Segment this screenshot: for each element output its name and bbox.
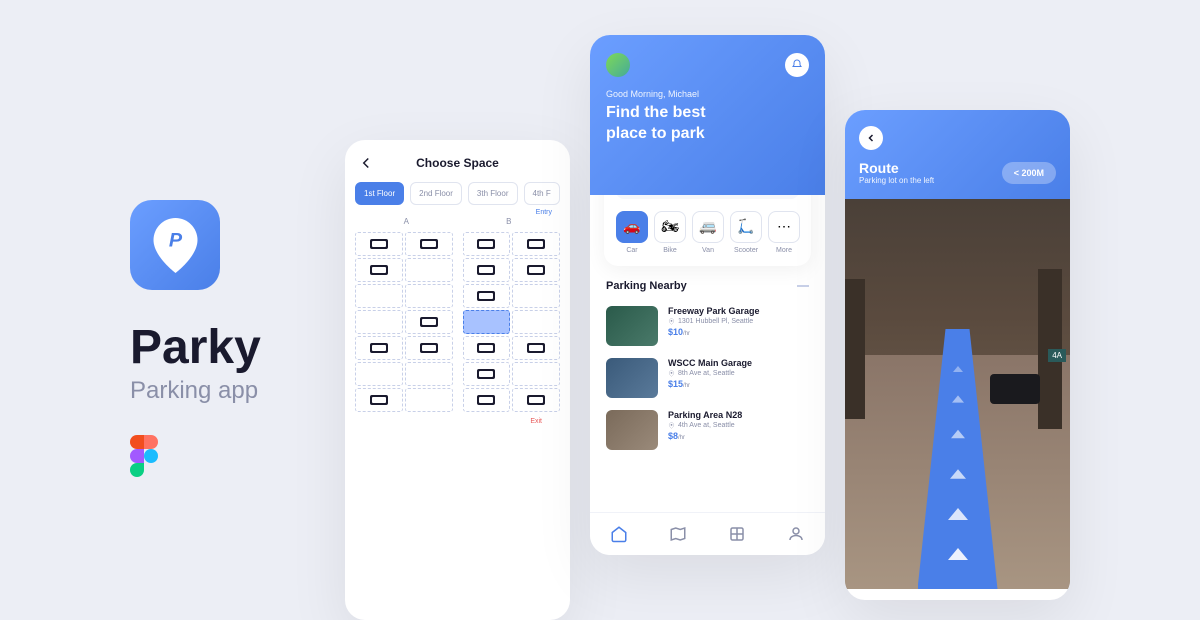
- ar-view: 4A: [845, 199, 1070, 589]
- parking-spot[interactable]: [405, 310, 453, 334]
- vehicle-option[interactable]: 🏍 Bike: [654, 211, 686, 254]
- parking-spot[interactable]: [512, 232, 560, 256]
- vehicle-label: Scooter: [730, 247, 762, 254]
- zone-sign: 4A: [1048, 349, 1066, 362]
- notification-button[interactable]: [785, 53, 809, 77]
- exit-label: Exit: [355, 412, 560, 431]
- floor-tab[interactable]: 2nd Floor: [410, 182, 462, 205]
- back-button[interactable]: [859, 126, 883, 150]
- parking-image: [606, 358, 658, 398]
- parking-image: [606, 306, 658, 346]
- parking-spot[interactable]: [405, 258, 453, 282]
- parking-spot[interactable]: [355, 388, 403, 412]
- screen-title: Choose Space: [383, 156, 532, 170]
- parking-item[interactable]: Parking Area N28 4th Ave at, Seattle $8/…: [590, 404, 825, 456]
- parking-spot[interactable]: [512, 284, 560, 308]
- parking-name: WSCC Main Garage: [668, 358, 809, 368]
- screen-choose-space: Choose Space 1st Floor 2nd Floor 3th Floor…: [345, 140, 570, 620]
- parking-spot[interactable]: [512, 258, 560, 282]
- parking-name: Parking Area N28: [668, 410, 809, 420]
- app-icon: P: [130, 200, 220, 290]
- parking-spot[interactable]: [463, 336, 511, 360]
- parking-address: 4th Ave at, Seattle: [668, 422, 809, 429]
- parking-spot[interactable]: [405, 336, 453, 360]
- vehicle-label: Van: [692, 247, 724, 254]
- parking-spot[interactable]: [512, 388, 560, 412]
- parking-spot[interactable]: [355, 336, 403, 360]
- vehicle-option[interactable]: 🛴 Scooter: [730, 211, 762, 254]
- column-label-a: A: [404, 217, 409, 226]
- parking-spot[interactable]: [463, 362, 511, 386]
- parking-price: $10/hr: [668, 327, 809, 337]
- column-label-b: B: [506, 217, 511, 226]
- parking-spot[interactable]: [405, 362, 453, 386]
- parking-spot[interactable]: [355, 258, 403, 282]
- parking-spot[interactable]: [355, 310, 403, 334]
- nav-map[interactable]: [669, 525, 687, 543]
- route-subtitle: Parking lot on the left: [859, 176, 934, 185]
- floor-tab[interactable]: 1st Floor: [355, 182, 404, 205]
- floor-tab[interactable]: 4th F: [524, 182, 560, 205]
- vehicle-icon: 🛴: [730, 211, 762, 243]
- parking-spot[interactable]: [463, 388, 511, 412]
- parking-spot[interactable]: [355, 284, 403, 308]
- parking-spot[interactable]: [405, 232, 453, 256]
- parking-spot[interactable]: [512, 362, 560, 386]
- nav-bookings[interactable]: [728, 525, 746, 543]
- parking-spot[interactable]: [355, 232, 403, 256]
- vehicle-icon: 🏍: [654, 211, 686, 243]
- parking-item[interactable]: WSCC Main Garage 8th Ave at, Seattle $15…: [590, 352, 825, 404]
- nav-home[interactable]: [610, 525, 628, 543]
- nav-bar: [590, 512, 825, 555]
- vehicle-option[interactable]: 🚗 Car: [616, 211, 648, 254]
- route-title: Route: [859, 160, 934, 176]
- parking-name: Freeway Park Garage: [668, 306, 809, 316]
- parking-image: [606, 410, 658, 450]
- parking-spot[interactable]: [405, 284, 453, 308]
- figma-icon: [130, 435, 158, 477]
- parking-spot[interactable]: [463, 284, 511, 308]
- app-name: Parky: [130, 320, 261, 375]
- avatar[interactable]: [606, 53, 630, 77]
- parking-address: 1301 Hubbell Pl, Seattle: [668, 318, 809, 325]
- vehicle-icon: 🚐: [692, 211, 724, 243]
- vehicle-label: More: [768, 247, 800, 254]
- vehicle-label: Bike: [654, 247, 686, 254]
- parking-spot[interactable]: [405, 388, 453, 412]
- parking-spot[interactable]: [463, 258, 511, 282]
- screen-route: Route Parking lot on the left < 200M 4A: [845, 110, 1070, 600]
- parking-spot[interactable]: [512, 336, 560, 360]
- vehicle-label: Car: [616, 247, 648, 254]
- nav-profile[interactable]: [787, 525, 805, 543]
- parking-spot[interactable]: [355, 362, 403, 386]
- pin-icon: P: [153, 218, 198, 273]
- entry-label: Entry: [536, 209, 552, 216]
- vehicle-option[interactable]: ⋯ More: [768, 211, 800, 254]
- chevron-left-icon: [865, 132, 877, 144]
- collapse-icon[interactable]: [797, 285, 809, 287]
- screen-home: Good Morning, Michael Find the bestplace…: [590, 35, 825, 555]
- parking-spot[interactable]: [463, 232, 511, 256]
- parking-spot[interactable]: [512, 310, 560, 334]
- greeting: Good Morning, Michael: [606, 89, 809, 99]
- bell-icon: [791, 59, 803, 71]
- vehicle-icon: ⋯: [768, 211, 800, 243]
- svg-text:P: P: [168, 229, 182, 251]
- section-title: Parking Nearby: [606, 280, 687, 292]
- headline: Find the bestplace to park: [606, 103, 809, 145]
- parking-item[interactable]: Freeway Park Garage 1301 Hubbell Pl, Sea…: [590, 300, 825, 352]
- parking-address: 8th Ave at, Seattle: [668, 370, 809, 377]
- app-subtitle: Parking app: [130, 377, 261, 405]
- parking-price: $15/hr: [668, 379, 809, 389]
- distance-badge: < 200M: [1002, 162, 1056, 184]
- parking-spot[interactable]: [463, 310, 511, 334]
- back-button[interactable]: [357, 154, 375, 172]
- floor-tab[interactable]: 3th Floor: [468, 182, 518, 205]
- parking-price: $8/hr: [668, 431, 809, 441]
- vehicle-option[interactable]: 🚐 Van: [692, 211, 724, 254]
- vehicle-icon: 🚗: [616, 211, 648, 243]
